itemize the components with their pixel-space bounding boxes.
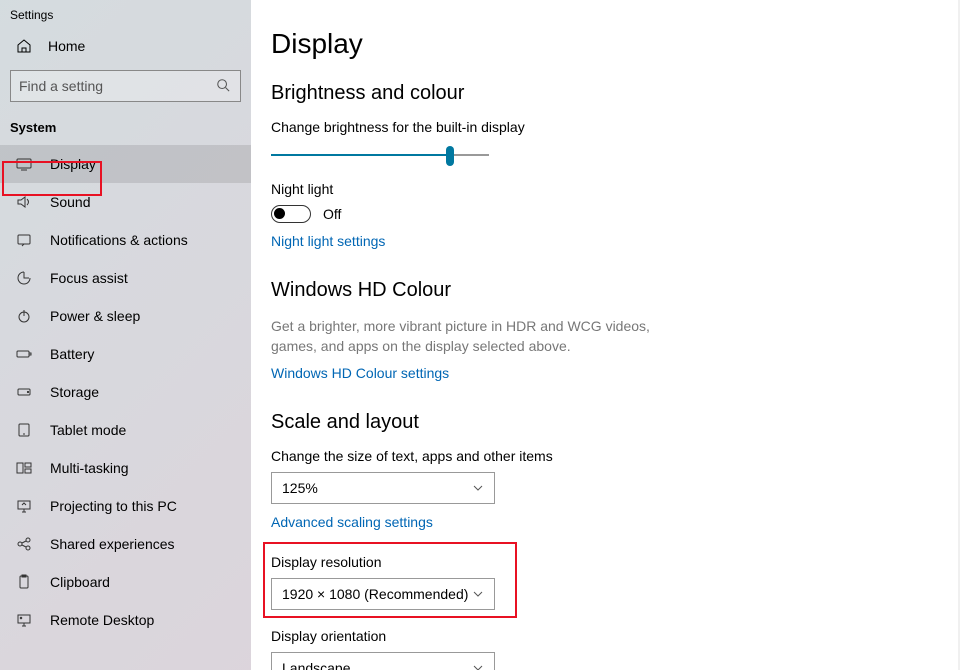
nav-label: Display xyxy=(50,156,96,172)
sidebar-item-storage[interactable]: Storage xyxy=(0,373,251,411)
search-icon xyxy=(216,78,232,94)
nav-label: Projecting to this PC xyxy=(50,498,177,514)
sidebar-item-remote-desktop[interactable]: Remote Desktop xyxy=(0,601,251,639)
advanced-scaling-link[interactable]: Advanced scaling settings xyxy=(271,514,433,530)
nav-label: Tablet mode xyxy=(50,422,126,438)
sidebar-item-multi-tasking[interactable]: Multi-tasking xyxy=(0,449,251,487)
sidebar-item-focus-assist[interactable]: Focus assist xyxy=(0,259,251,297)
orientation-label: Display orientation xyxy=(271,628,960,644)
sidebar-item-tablet-mode[interactable]: Tablet mode xyxy=(0,411,251,449)
chevron-down-icon xyxy=(472,482,484,494)
night-light-state: Off xyxy=(323,206,341,222)
sidebar-item-power-sleep[interactable]: Power & sleep xyxy=(0,297,251,335)
chevron-down-icon xyxy=(472,588,484,600)
notifications-icon xyxy=(16,232,32,248)
resolution-select[interactable]: 1920 × 1080 (Recommended) xyxy=(271,578,495,610)
night-light-toggle[interactable] xyxy=(271,205,311,223)
scale-size-value: 125% xyxy=(282,480,318,496)
clipboard-icon xyxy=(16,574,32,590)
nav-label: Sound xyxy=(50,194,90,210)
remote-icon xyxy=(16,612,32,628)
home-button[interactable]: Home xyxy=(0,28,251,64)
section-scale-heading: Scale and layout xyxy=(271,411,960,434)
page-title: Display xyxy=(271,28,960,60)
scale-size-select[interactable]: 125% xyxy=(271,472,495,504)
sidebar-item-sound[interactable]: Sound xyxy=(0,183,251,221)
battery-icon xyxy=(16,346,32,362)
nav-label: Remote Desktop xyxy=(50,612,154,628)
night-light-label: Night light xyxy=(271,181,960,197)
toggle-knob xyxy=(274,208,285,219)
app-title: Settings xyxy=(0,0,251,28)
sidebar-item-notifications[interactable]: Notifications & actions xyxy=(0,221,251,259)
sidebar: Settings Home System Display Sound Notif… xyxy=(0,0,251,670)
home-icon xyxy=(16,38,32,54)
power-icon xyxy=(16,308,32,324)
section-brightness-heading: Brightness and colour xyxy=(271,82,960,105)
brightness-slider-label: Change brightness for the built-in displ… xyxy=(271,119,960,135)
scale-size-label: Change the size of text, apps and other … xyxy=(271,448,960,464)
focus-icon xyxy=(16,270,32,286)
nav-list: Display Sound Notifications & actions Fo… xyxy=(0,145,251,670)
section-hd-heading: Windows HD Colour xyxy=(271,279,960,302)
orientation-select[interactable]: Landscape xyxy=(271,652,495,670)
multitask-icon xyxy=(16,460,32,476)
project-icon xyxy=(16,498,32,514)
nav-label: Battery xyxy=(50,346,94,362)
nav-label: Shared experiences xyxy=(50,536,175,552)
nav-label: Notifications & actions xyxy=(50,232,188,248)
nav-label: Storage xyxy=(50,384,99,400)
night-light-settings-link[interactable]: Night light settings xyxy=(271,233,385,249)
tablet-icon xyxy=(16,422,32,438)
slider-fill xyxy=(271,154,450,156)
resolution-label: Display resolution xyxy=(271,554,960,570)
group-header-system: System xyxy=(0,112,251,145)
sidebar-item-clipboard[interactable]: Clipboard xyxy=(0,563,251,601)
nav-label: Multi-tasking xyxy=(50,460,129,476)
sidebar-item-projecting[interactable]: Projecting to this PC xyxy=(0,487,251,525)
orientation-value: Landscape xyxy=(282,660,351,670)
main-content: Display Brightness and colour Change bri… xyxy=(251,0,960,670)
sidebar-item-battery[interactable]: Battery xyxy=(0,335,251,373)
search-input-container[interactable] xyxy=(10,70,241,102)
home-label: Home xyxy=(48,38,85,54)
chevron-down-icon xyxy=(472,662,484,670)
sound-icon xyxy=(16,194,32,210)
slider-thumb[interactable] xyxy=(446,146,454,166)
nav-label: Focus assist xyxy=(50,270,128,286)
nav-label: Power & sleep xyxy=(50,308,140,324)
sidebar-item-shared-experiences[interactable]: Shared experiences xyxy=(0,525,251,563)
display-icon xyxy=(16,156,32,172)
nav-label: Clipboard xyxy=(50,574,110,590)
storage-icon xyxy=(16,384,32,400)
hd-settings-link[interactable]: Windows HD Colour settings xyxy=(271,365,449,381)
brightness-slider[interactable] xyxy=(271,143,489,167)
resolution-value: 1920 × 1080 (Recommended) xyxy=(282,586,468,602)
sidebar-item-display[interactable]: Display xyxy=(0,145,251,183)
hd-description: Get a brighter, more vibrant picture in … xyxy=(271,316,691,357)
search-input[interactable] xyxy=(19,78,216,94)
shared-icon xyxy=(16,536,32,552)
